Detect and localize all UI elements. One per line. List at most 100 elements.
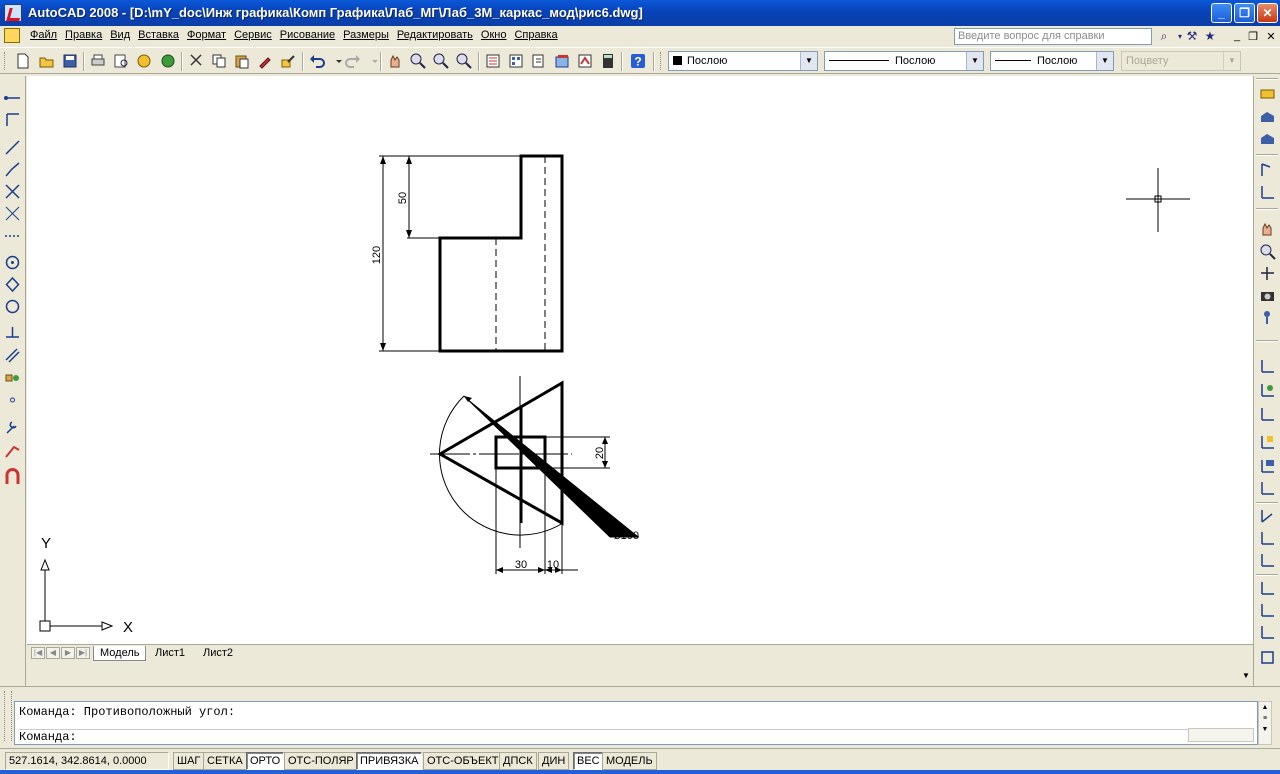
command-box[interactable]: Команда: Противоположный угол: Команда:: [14, 701, 1258, 745]
communication-center-icon[interactable]: ⚒: [1184, 29, 1200, 44]
otrack-toggle[interactable]: ОТС-ОБЪЕКТ: [423, 752, 503, 770]
close-button[interactable]: ✕: [1257, 3, 1278, 23]
zoom-window-icon[interactable]: [432, 52, 450, 70]
undo-icon[interactable]: [308, 52, 326, 70]
plot-preview-icon[interactable]: [112, 52, 130, 70]
tab-layout1[interactable]: Лист1: [149, 646, 191, 661]
ucs-origin-icon[interactable]: [1258, 478, 1277, 497]
search-icon[interactable]: ⌕: [1156, 29, 1172, 44]
dashed-line-icon[interactable]: [3, 226, 22, 245]
scroll-down-icon[interactable]: ▼: [1240, 671, 1252, 683]
color-combo[interactable]: Послою ▼: [668, 51, 818, 71]
ducs-toggle[interactable]: ДПСК: [499, 752, 537, 770]
paste-icon[interactable]: [233, 52, 251, 70]
tool-palettes-icon[interactable]: [530, 52, 548, 70]
ucs-zaxis-icon[interactable]: [1258, 506, 1277, 525]
pan-realtime-icon[interactable]: [386, 52, 404, 70]
toolbar-grip[interactable]: [4, 52, 7, 70]
doc-close-button[interactable]: ✕: [1264, 30, 1278, 43]
prev-tab-button[interactable]: ◀: [46, 647, 60, 659]
command-hscrollbar[interactable]: [1188, 728, 1254, 742]
layer-previous-icon[interactable]: [1258, 108, 1277, 127]
plot-icon[interactable]: [89, 52, 107, 70]
ucs-apply-icon[interactable]: [1258, 622, 1277, 641]
ellipse-icon[interactable]: [3, 324, 22, 343]
arc-icon[interactable]: [3, 204, 22, 223]
match-properties-icon[interactable]: [256, 52, 274, 70]
menu-format[interactable]: Формат: [183, 29, 230, 41]
menu-tools[interactable]: Сервис: [230, 29, 276, 41]
menu-edit[interactable]: Правка: [61, 29, 106, 41]
spline-icon[interactable]: [3, 297, 22, 316]
publish-icon[interactable]: [135, 52, 153, 70]
doc-restore-button[interactable]: ❐: [1246, 30, 1260, 43]
save-icon[interactable]: [61, 52, 79, 70]
named-views-icon[interactable]: [1258, 160, 1277, 179]
block-editor-icon[interactable]: [279, 52, 297, 70]
ucs-x-icon[interactable]: [1258, 550, 1277, 569]
menu-window[interactable]: Окно: [477, 29, 511, 41]
polar-toggle[interactable]: ОТС-ПОЛЯР: [284, 752, 358, 770]
help-icon[interactable]: ?: [629, 52, 647, 70]
osnap-toggle[interactable]: ПРИВЯЗКА: [356, 752, 423, 770]
ucs-icon[interactable]: [1258, 182, 1277, 201]
lineweight-combo[interactable]: Послою ▼: [990, 51, 1114, 71]
redo-icon[interactable]: [344, 52, 362, 70]
command-scrollbar[interactable]: ▲ ≡ ▼: [1258, 701, 1272, 745]
tab-layout2[interactable]: Лист2: [197, 646, 239, 661]
scroll-thumb[interactable]: ≡: [1259, 713, 1271, 724]
calculator-icon[interactable]: [599, 52, 617, 70]
polyline-icon[interactable]: [3, 138, 22, 157]
help-search-input[interactable]: Введите вопрос для справки: [954, 28, 1152, 45]
document-icon[interactable]: [4, 28, 20, 43]
scroll-up-icon[interactable]: ▲: [1259, 702, 1271, 713]
layer-icon[interactable]: [1258, 84, 1277, 103]
lwt-toggle[interactable]: ВЕС: [573, 752, 604, 770]
revision-cloud-icon[interactable]: [3, 275, 22, 294]
ucs-z-icon[interactable]: [1258, 600, 1277, 619]
copy-icon[interactable]: [210, 52, 228, 70]
redo-dropdown-icon[interactable]: [366, 52, 378, 70]
minimize-button[interactable]: _: [1211, 3, 1232, 23]
menu-modify[interactable]: Редактировать: [393, 29, 477, 41]
drawing-canvas[interactable]: 50 120 20 30 10 ⌀100 Y X: [27, 76, 1253, 644]
ucs-previous-icon[interactable]: [1258, 380, 1277, 399]
undo-dropdown-icon[interactable]: [330, 52, 342, 70]
first-tab-button[interactable]: |◀: [31, 647, 45, 659]
gradient-icon[interactable]: [3, 418, 22, 437]
menu-help[interactable]: Справка: [510, 29, 561, 41]
menu-dimension[interactable]: Размеры: [339, 29, 393, 41]
last-tab-button[interactable]: ▶|: [76, 647, 90, 659]
scroll-down-icon[interactable]: ▼: [1259, 724, 1271, 735]
menu-view[interactable]: Вид: [106, 29, 134, 41]
circle-icon[interactable]: [3, 253, 22, 272]
orbit-icon[interactable]: [1258, 264, 1277, 283]
ucs-object-icon[interactable]: [1258, 432, 1277, 451]
chevron-down-icon[interactable]: ▼: [800, 52, 817, 70]
polygon-icon[interactable]: [3, 160, 22, 179]
construction-line-icon[interactable]: [3, 110, 22, 129]
zoom-previous-icon[interactable]: [455, 52, 473, 70]
region-icon[interactable]: [3, 442, 22, 461]
autocad-app-icon[interactable]: [4, 4, 22, 22]
menu-draw[interactable]: Рисование: [276, 29, 339, 41]
ucs-3point-icon[interactable]: [1258, 528, 1277, 547]
properties-toolbar-grip[interactable]: [660, 52, 663, 70]
insert-block-icon[interactable]: [3, 368, 22, 387]
3d-dwf-icon[interactable]: [159, 52, 177, 70]
camera-icon[interactable]: [1258, 286, 1277, 305]
sheet-set-manager-icon[interactable]: [553, 52, 571, 70]
chevron-down-icon[interactable]: ▼: [966, 52, 983, 70]
linetype-combo[interactable]: Послою ▼: [824, 51, 984, 71]
next-tab-button[interactable]: ▶: [61, 647, 75, 659]
pan-icon[interactable]: [1258, 220, 1277, 239]
chevron-down-icon[interactable]: ▼: [1096, 52, 1113, 70]
layer-states-icon[interactable]: [1258, 130, 1277, 149]
ucs-world-icon[interactable]: [1258, 356, 1277, 375]
line-icon[interactable]: [3, 88, 22, 107]
doc-minimize-button[interactable]: _: [1230, 30, 1244, 42]
cut-icon[interactable]: [187, 52, 205, 70]
coordinate-readout[interactable]: 527.1614, 342.8614, 0.0000: [5, 752, 169, 770]
point-icon[interactable]: [3, 390, 22, 409]
properties-icon[interactable]: [484, 52, 502, 70]
